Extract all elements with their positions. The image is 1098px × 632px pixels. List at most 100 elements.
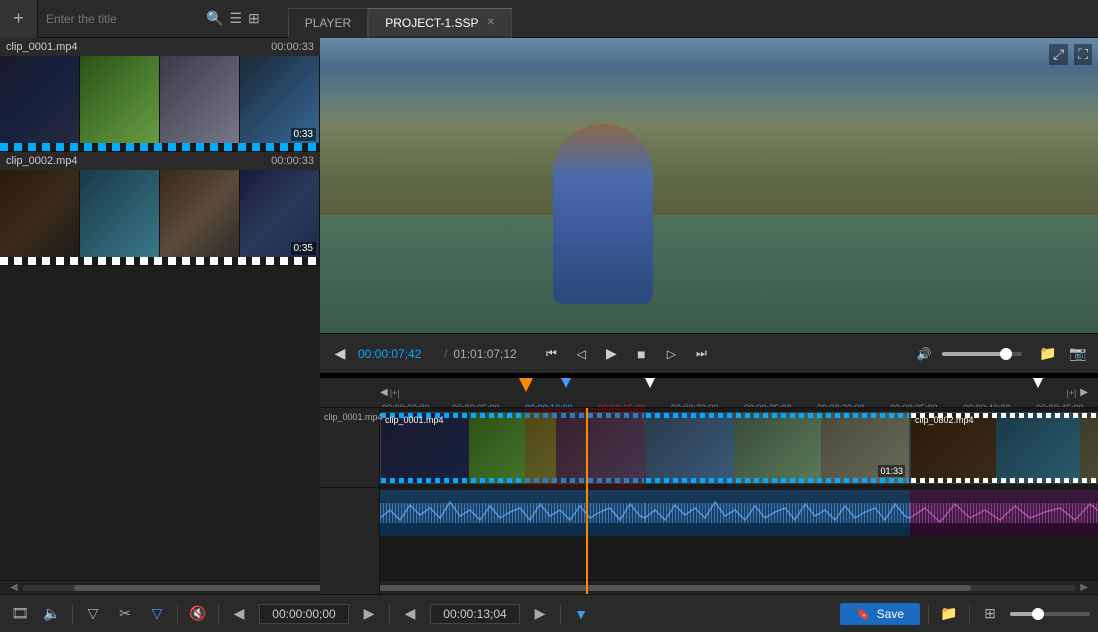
timeline-ruler: ◀ |+| 00:00:00;00 00:00:05;00 00:00:10;0… bbox=[320, 378, 1098, 408]
seg-t5 bbox=[734, 413, 822, 483]
video-mountains bbox=[320, 97, 1098, 215]
thumb-1-3 bbox=[160, 56, 240, 151]
ruler-arrow-right[interactable]: ▶ bbox=[1080, 387, 1088, 398]
app-window: + 🔍 ☰ ⊞ PLAYER PROJECT-1.SSP ✕ clip_0001… bbox=[0, 0, 1098, 632]
white-marker-1 bbox=[645, 378, 655, 388]
audio-seg-3 bbox=[910, 490, 1098, 536]
bottom-sep-3 bbox=[218, 604, 219, 624]
zoom-thumb bbox=[1032, 608, 1044, 620]
volume-slider[interactable] bbox=[942, 352, 1022, 356]
frame-back-button[interactable]: ◁ bbox=[569, 347, 593, 361]
clip-thumbnails-2: 0:35 bbox=[0, 170, 320, 265]
content-area: clip_0001.mp4 00:00:33 0:33 bbox=[0, 38, 1098, 632]
fast-fwd-button[interactable]: ⏭ bbox=[689, 346, 713, 361]
bottom-sep-6 bbox=[928, 604, 929, 624]
time-separator: / bbox=[444, 347, 447, 361]
bottom-sep-4 bbox=[389, 604, 390, 624]
ruler-label-center: |+| bbox=[390, 388, 400, 398]
clip-duration-2: 00:00:33 bbox=[271, 155, 314, 167]
prev-button[interactable]: ◀ bbox=[328, 345, 352, 362]
tab-close-icon[interactable]: ✕ bbox=[487, 17, 495, 28]
camera-snapshot-icon[interactable]: 📷 bbox=[1066, 345, 1090, 362]
folder2-icon[interactable]: 📁 bbox=[937, 605, 961, 622]
seg-filmstrip-bottom-2 bbox=[646, 478, 909, 483]
tab-player[interactable]: PLAYER bbox=[288, 8, 368, 38]
top-bar-icons: 🔍 ☰ ⊞ bbox=[198, 10, 268, 27]
scissors-icon[interactable]: ✂ bbox=[113, 605, 137, 622]
volume-thumb bbox=[1000, 348, 1012, 360]
speaker-icon[interactable]: 🔈 bbox=[40, 605, 64, 622]
list-view-icon[interactable]: ☰ bbox=[229, 10, 242, 27]
save-label: Save bbox=[877, 607, 904, 621]
title-input[interactable] bbox=[38, 12, 198, 26]
scroll-right-arrow[interactable]: ▶ bbox=[1080, 582, 1088, 593]
add-button[interactable]: + bbox=[0, 0, 38, 38]
audio-track bbox=[380, 488, 1098, 543]
player-overlay-corner: ⤢ ⛶ bbox=[1049, 44, 1092, 65]
seg-t4 bbox=[646, 413, 734, 483]
stop-button[interactable]: ■ bbox=[629, 346, 653, 362]
scroll-thumb bbox=[74, 585, 970, 591]
frame-fwd-button[interactable]: ▷ bbox=[659, 347, 683, 361]
clip-seg-2[interactable]: 01:33 bbox=[645, 412, 910, 484]
clip-duration-1: 00:00:33 bbox=[271, 41, 314, 53]
filmstrip-bottom-2 bbox=[0, 257, 320, 265]
audio-seg-2 bbox=[645, 490, 910, 536]
timeline-prev2-button[interactable]: ◀ bbox=[398, 605, 422, 622]
waveform-svg-2 bbox=[645, 490, 910, 536]
film-icon[interactable]: 🎞 bbox=[8, 605, 32, 622]
thumb-1-1 bbox=[0, 56, 80, 151]
expand-icon[interactable]: ⤢ bbox=[1049, 44, 1068, 65]
bottom-bar: 🎞 🔈 ▽ ✂ ▽ 🔇 ◀ 00:00:00;00 ▶ ◀ 00:00:13;0… bbox=[0, 594, 1098, 632]
ruler-arrow-left[interactable]: ◀ bbox=[380, 387, 388, 398]
timeline-prev-button[interactable]: ◀ bbox=[227, 605, 251, 622]
play-button[interactable]: ▶ bbox=[599, 345, 623, 362]
waveform-svg-1 bbox=[380, 490, 645, 536]
clip-item-2[interactable]: clip_0002.mp4 00:00:33 0:35 bbox=[0, 152, 320, 266]
clip-seg-1[interactable]: clip_0001.mp4 bbox=[380, 412, 645, 484]
bottom-sep-2 bbox=[177, 604, 178, 624]
clip-thumbnails-1: 0:33 bbox=[0, 56, 320, 151]
filter-icon[interactable]: ▽ bbox=[81, 605, 105, 622]
thumb-2-2 bbox=[80, 170, 160, 265]
search-icon[interactable]: 🔍 bbox=[206, 10, 223, 27]
folder-icon[interactable]: 📁 bbox=[1036, 345, 1060, 362]
grid-view-icon[interactable]: ⊞ bbox=[248, 10, 260, 27]
funnel-icon[interactable]: ▼ bbox=[569, 606, 593, 622]
clip-item-1[interactable]: clip_0001.mp4 00:00:33 0:33 bbox=[0, 38, 320, 152]
clip-header-2: clip_0002.mp4 00:00:33 bbox=[0, 152, 320, 170]
scroll-left-arrow[interactable]: ◀ bbox=[10, 582, 18, 593]
clip-time-overlay-2: 0:35 bbox=[291, 242, 316, 255]
clip-seg-3[interactable]: clip_0802.mp4 bbox=[910, 412, 1098, 484]
volume-icon[interactable]: 🔊 bbox=[912, 347, 936, 361]
waveform-svg-3 bbox=[910, 490, 1098, 536]
player-controls: ◀ 00:00:07;42 / 01:01:07;12 ⏮ ◁ ▶ ■ ▷ ⏭ … bbox=[320, 333, 1098, 373]
total-time-display: 01:01:07;12 bbox=[453, 347, 533, 361]
tab-project[interactable]: PROJECT-1.SSP ✕ bbox=[368, 8, 512, 38]
seg-t8 bbox=[996, 413, 1081, 483]
timeline-next-button[interactable]: ▶ bbox=[357, 605, 381, 622]
bottom-sep-1 bbox=[72, 604, 73, 624]
zoom-slider[interactable] bbox=[1010, 612, 1090, 616]
filmstrip-bottom-1 bbox=[0, 143, 320, 151]
bottom-sep-7 bbox=[969, 604, 970, 624]
save-button[interactable]: 🔖 Save bbox=[840, 603, 920, 625]
mute-icon[interactable]: 🔇 bbox=[186, 605, 210, 622]
clip-header-1: clip_0001.mp4 00:00:33 bbox=[0, 38, 320, 56]
bottom-sep-5 bbox=[560, 604, 561, 624]
layout-icon[interactable]: ⊞ bbox=[978, 605, 1002, 622]
video-person bbox=[553, 124, 653, 304]
timeline-next2-button[interactable]: ▶ bbox=[528, 605, 552, 622]
scroll-track[interactable] bbox=[22, 585, 1077, 591]
seg-t3 bbox=[556, 413, 644, 483]
clip-name-1: clip_0001.mp4 bbox=[6, 41, 78, 53]
seg-label-2: clip_0802.mp4 bbox=[915, 415, 974, 425]
filter2-icon[interactable]: ▽ bbox=[145, 605, 169, 622]
timeline-time-2[interactable]: 00:00:13;04 bbox=[430, 604, 520, 624]
step-back-button[interactable]: ⏮ bbox=[539, 346, 563, 361]
fullscreen-icon[interactable]: ⛶ bbox=[1074, 44, 1092, 65]
thumb-2-1 bbox=[0, 170, 80, 265]
player-video-area: ⤢ ⛶ bbox=[320, 38, 1098, 333]
current-time-display: 00:00:07;42 bbox=[358, 347, 438, 361]
timeline-time-1[interactable]: 00:00:00;00 bbox=[259, 604, 349, 624]
